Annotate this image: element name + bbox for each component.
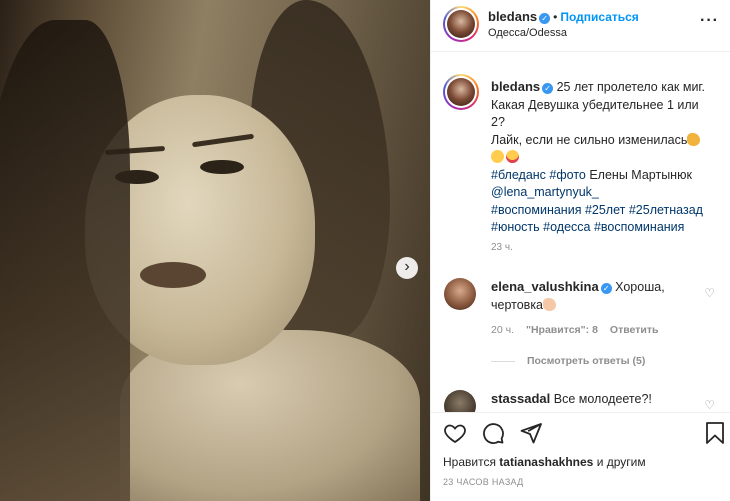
avatar[interactable]	[443, 6, 479, 42]
view-replies-button[interactable]: Посмотреть ответы (5)	[491, 355, 645, 367]
photo-eye-right	[200, 160, 244, 174]
hashtag-link[interactable]: #одесса	[543, 220, 590, 234]
caption-line-2: Какая Девушка убедительнее 1 или	[491, 97, 699, 112]
post-timestamp[interactable]: 23 ЧАСОВ НАЗАД	[443, 477, 524, 487]
verified-icon: ✓	[600, 283, 612, 294]
header-user: bledans ✓ • Подписаться	[488, 9, 639, 24]
liked-by[interactable]: Нравится tatianashakhnes и другим	[443, 455, 646, 469]
caption-line-3: 2?	[491, 115, 505, 129]
heart-eyes-emoji-icon	[506, 150, 519, 163]
caption-line-4: Лайк, если не сильно изменилась	[491, 132, 688, 147]
mention-link[interactable]: @lena_martynyuk_	[491, 185, 599, 199]
photo-lips	[140, 262, 206, 288]
hashtag-link[interactable]: #фото	[549, 168, 585, 182]
hashtag-link[interactable]: #25летназад	[629, 203, 703, 217]
muscle-emoji-icon	[687, 132, 701, 146]
clap-emoji-icon	[543, 297, 557, 311]
caption-username[interactable]: bledans	[491, 79, 540, 94]
comment-text: Хороша,	[615, 280, 665, 294]
view-replies-label: Посмотреть ответы (5)	[527, 355, 646, 367]
comment-likes[interactable]: "Нравится": 8	[526, 324, 598, 336]
verified-icon: ✓	[542, 83, 554, 94]
hashtag-link[interactable]: #25лет	[585, 203, 625, 217]
post-panel: bledans ✓ • Подписаться Одесса/Odessa ··· b…	[430, 0, 730, 501]
hashtag-link[interactable]: #воспоминания	[491, 203, 581, 217]
verified-icon: ✓	[539, 13, 551, 24]
hashtag-link[interactable]: #бледанс	[491, 168, 546, 182]
liked-by-prefix: Нравится	[443, 455, 496, 469]
heart-icon[interactable]: ♡	[704, 286, 715, 300]
chevron-right-icon[interactable]: ›	[396, 257, 418, 279]
heart-icon[interactable]	[443, 421, 467, 445]
comment-icon[interactable]	[481, 421, 505, 445]
hashtag-link[interactable]: #воспоминания	[594, 220, 684, 234]
hashtag-link[interactable]: #юность	[491, 220, 540, 234]
location-link[interactable]: Одесса/Odessa	[488, 27, 567, 39]
heart-icon[interactable]: ♡	[704, 398, 715, 412]
caption-time[interactable]: 23 ч.	[491, 242, 513, 253]
post-photo[interactable]: ›	[0, 0, 430, 501]
bookmark-icon[interactable]	[703, 421, 727, 445]
header-username[interactable]: bledans	[488, 9, 537, 24]
comment-text: Все молодеете?!	[553, 392, 652, 406]
follow-button[interactable]: Подписаться	[560, 10, 638, 24]
share-icon[interactable]	[519, 421, 543, 445]
liked-by-suffix[interactable]: и другим	[597, 455, 646, 469]
comments-list[interactable]: bledans ✓ 25 лет пролетело как миг. Какая…	[431, 52, 730, 412]
reply-button[interactable]: Ответить	[610, 324, 659, 336]
caption-line-1: 25 лет пролетело как миг.	[556, 80, 705, 94]
replies-divider	[491, 360, 515, 362]
comment-meta: 20 ч. "Нравится": 8 Ответить	[491, 324, 670, 336]
caption-avatar[interactable]	[443, 74, 479, 110]
comment-username[interactable]: stassadal	[491, 391, 550, 406]
comment-text-2: чертовка	[491, 297, 544, 312]
comment-username[interactable]: elena_valushkina	[491, 279, 599, 294]
comment-time[interactable]: 20 ч.	[491, 324, 514, 336]
separator-dot: •	[553, 10, 558, 24]
liked-by-user[interactable]: tatianashakhnes	[499, 455, 593, 469]
wink-emoji-icon	[491, 150, 504, 163]
comment-avatar[interactable]	[444, 278, 476, 310]
post-header: bledans ✓ • Подписаться Одесса/Odessa ···	[431, 0, 730, 52]
comment-body: stassadal Все молодеете?!	[491, 390, 691, 409]
photo-hair-left	[0, 20, 130, 501]
comment-body: elena_valushkina ✓ Хороша, чертовка	[491, 278, 691, 314]
more-icon[interactable]: ···	[700, 12, 719, 30]
post-caption: bledans ✓ 25 лет пролетело как миг. Какая…	[491, 78, 719, 237]
caption-photo-text: Елены Мартынюк	[589, 167, 692, 182]
action-bar: Нравится tatianashakhnes и другим 23 ЧАС…	[431, 412, 730, 500]
comment-avatar[interactable]	[444, 390, 476, 412]
